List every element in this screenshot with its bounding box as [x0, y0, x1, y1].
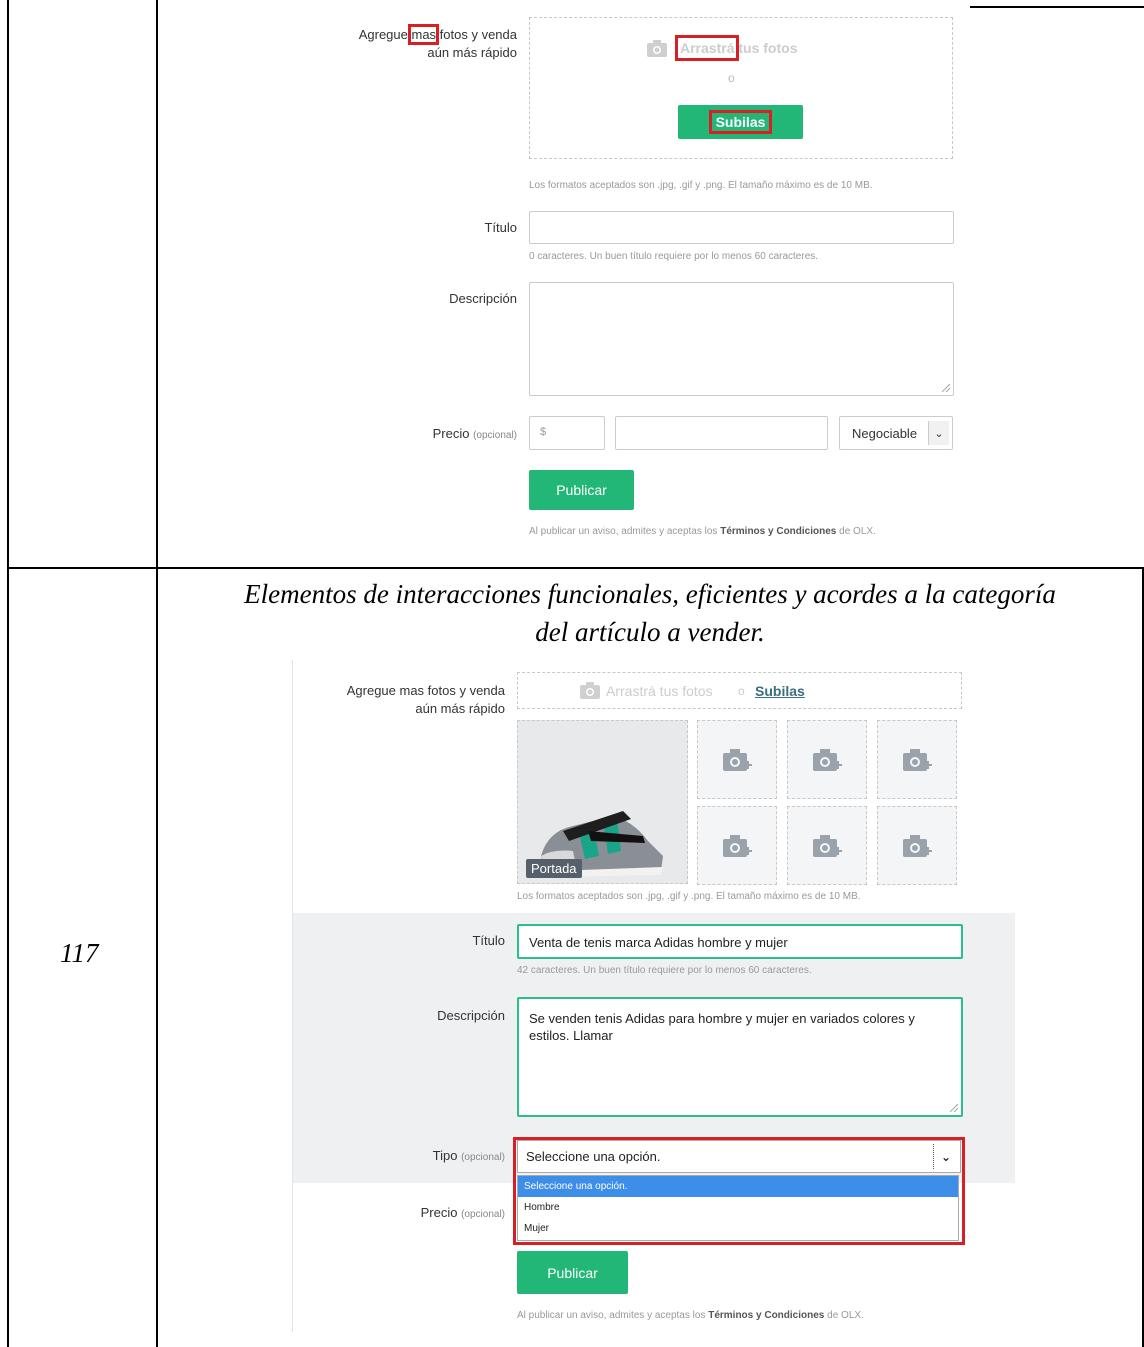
top-publish-label: Publicar: [556, 482, 607, 498]
top-drag-text: Arrastrá tus fotos: [674, 35, 798, 61]
top-photos-label: Agregue mas fotos y venda aún más rápido: [358, 24, 517, 60]
top-upload-button-label: Subilas: [708, 110, 773, 134]
top-title-input[interactable]: [529, 211, 954, 244]
top-terms-text: Al publicar un aviso, admites y aceptas …: [529, 526, 876, 537]
bottom-terms-text: Al publicar un aviso, admites y aceptas …: [517, 1310, 864, 1321]
top-description-label: Descripción: [449, 291, 517, 306]
bottom-title-label: Título: [472, 933, 505, 948]
currency-symbol: $: [540, 426, 547, 438]
table-border-top-right: [970, 6, 1144, 8]
add-photo-icon: [903, 835, 932, 857]
bottom-upload-link[interactable]: Subilas: [755, 683, 805, 699]
top-terms-link[interactable]: Términos y Condiciones: [720, 526, 836, 537]
bottom-price-label: Precio (opcional): [420, 1205, 505, 1220]
cover-badge: Portada: [526, 859, 582, 878]
top-formats-hint: Los formatos aceptados son .jpg, .gif y …: [529, 180, 873, 191]
add-photo-icon: [813, 835, 842, 857]
top-currency-input[interactable]: $: [529, 416, 605, 450]
top-negotiable-select[interactable]: Negociable ⌄: [839, 416, 953, 450]
caption-line-2: del artículo a vender.: [535, 617, 765, 647]
type-highlight-box: [513, 1137, 965, 1245]
bottom-publish-label: Publicar: [547, 1264, 598, 1281]
bottom-terms-link[interactable]: Términos y Condiciones: [708, 1310, 824, 1321]
top-or-text: o: [728, 71, 735, 85]
bottom-title-hint: 42 caracteres. Un buen título requiere p…: [517, 965, 812, 976]
add-photo-icon: [813, 749, 842, 771]
cover-photo-slot[interactable]: Portada: [517, 720, 688, 884]
bottom-drag-text: Arrastrá tus fotos: [606, 683, 713, 699]
bottom-title-input[interactable]: Venta de tenis marca Adidas hombre y muj…: [517, 924, 963, 959]
description-value: Se venden tenis Adidas para hombre y muj…: [529, 1011, 915, 1043]
top-mas-highlight: mas: [408, 24, 439, 45]
bottom-formats-hint: Los formatos aceptados son .jpg, .gif y …: [517, 891, 861, 902]
bottom-publish-button[interactable]: Publicar: [517, 1251, 628, 1294]
bottom-or-text: o: [738, 684, 745, 698]
add-photo-icon: [723, 835, 752, 857]
camera-icon: [580, 682, 600, 699]
resize-handle-icon[interactable]: [950, 1104, 958, 1112]
table-row-divider: [7, 567, 1144, 569]
bottom-description-label: Descripción: [437, 1008, 505, 1023]
top-price-input[interactable]: [615, 416, 828, 450]
top-description-textarea[interactable]: [529, 282, 954, 396]
top-publish-button[interactable]: Publicar: [529, 470, 634, 510]
resize-handle-icon[interactable]: [942, 384, 950, 392]
camera-icon: [647, 40, 667, 57]
bottom-photos-label: Agregue mas fotos y venda aún más rápido: [346, 683, 505, 716]
add-photo-icon: [723, 749, 752, 771]
top-upload-button[interactable]: Subilas: [678, 105, 803, 139]
bottom-type-label: Tipo (opcional): [432, 1148, 505, 1163]
row-number: 117: [60, 938, 99, 968]
table-column-divider: [156, 0, 158, 1347]
caption-line-1: Elementos de interacciones funcionales, …: [244, 579, 1056, 609]
title-value: Venta de tenis marca Adidas hombre y muj…: [529, 935, 788, 950]
chevron-down-icon: ⌄: [928, 421, 949, 445]
bottom-description-textarea[interactable]: Se venden tenis Adidas para hombre y muj…: [517, 997, 963, 1117]
add-photo-icon: [903, 749, 932, 771]
top-title-label: Título: [484, 220, 517, 235]
table-border-left: [7, 0, 9, 1347]
top-drag-highlight: Arrastrá: [674, 35, 740, 61]
negotiable-value: Negociable: [852, 426, 918, 441]
top-title-hint: 0 caracteres. Un buen título requiere po…: [529, 251, 819, 262]
top-price-label: Precio (opcional): [432, 426, 517, 441]
